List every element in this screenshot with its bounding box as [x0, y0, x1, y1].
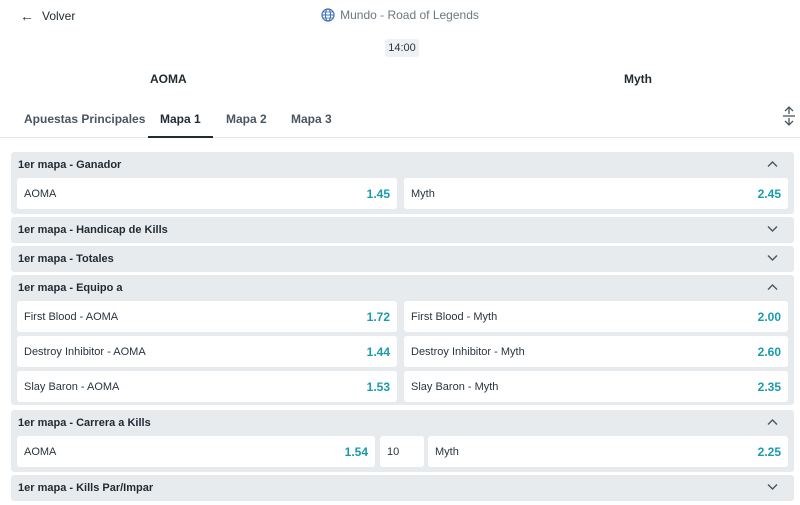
event-title: Mundo - Road of Legends: [0, 8, 800, 22]
market-header[interactable]: 1er mapa - Ganador: [11, 152, 794, 178]
away-team-name: Myth: [624, 72, 652, 86]
tab-mapa-2[interactable]: Mapa 2: [226, 112, 267, 138]
selection-button[interactable]: Slay Baron - AOMA 1.53: [17, 371, 397, 402]
market-header[interactable]: 1er mapa - Carrera a Kills: [11, 410, 794, 436]
tab-mapa-3[interactable]: Mapa 3: [291, 112, 332, 138]
chevron-up-icon: [767, 419, 778, 425]
globe-icon: [321, 8, 335, 22]
market-kills-par-impar[interactable]: 1er mapa - Kills Par/Impar: [11, 475, 794, 501]
selection-button[interactable]: AOMA 1.45: [17, 178, 397, 209]
market-title: 1er mapa - Equipo a: [18, 282, 123, 294]
market-title: 1er mapa - Kills Par/Impar: [18, 482, 154, 494]
selection-button[interactable]: First Blood - AOMA 1.72: [17, 301, 397, 332]
selection-button[interactable]: AOMA 1.54: [17, 436, 375, 467]
market-header[interactable]: 1er mapa - Kills Par/Impar: [11, 475, 794, 501]
selection-label: First Blood - Myth: [411, 311, 498, 323]
chevron-up-icon: [767, 161, 778, 167]
selection-odds: 1.54: [344, 445, 368, 459]
selection-label: Myth: [435, 446, 459, 458]
market-handicap-de-kills[interactable]: 1er mapa - Handicap de Kills: [11, 217, 794, 243]
tab-mapa-1[interactable]: Mapa 1: [148, 112, 213, 138]
home-team-name: AOMA: [150, 72, 187, 86]
chevron-down-icon: [767, 484, 778, 490]
line-value: 10: [387, 446, 400, 458]
market-title: 1er mapa - Ganador: [18, 159, 122, 171]
market-header[interactable]: 1er mapa - Totales: [11, 246, 794, 272]
selection-label: AOMA: [24, 446, 57, 458]
top-bar: ← Volver Mundo - Road of Legends: [0, 0, 800, 32]
collapse-all-icon[interactable]: [781, 106, 797, 126]
selection-odds: 2.60: [757, 345, 781, 359]
market-ganador: 1er mapa - Ganador AOMA 1.45 Myth 2.45: [11, 152, 794, 214]
market-totales[interactable]: 1er mapa - Totales: [11, 246, 794, 272]
selection-label: Destroy Inhibitor - Myth: [411, 346, 525, 358]
selection-odds: 1.45: [366, 187, 390, 201]
event-name: Mundo - Road of Legends: [340, 8, 479, 22]
market-title: 1er mapa - Carrera a Kills: [18, 417, 151, 429]
chevron-down-icon: [767, 255, 778, 261]
market-carrera-a-kills: 1er mapa - Carrera a Kills AOMA 1.54 10 …: [11, 410, 794, 472]
selection-label: Slay Baron - Myth: [411, 381, 499, 393]
selection-button[interactable]: Slay Baron - Myth 2.35: [404, 371, 788, 402]
selection-odds: 2.45: [757, 187, 781, 201]
market-header[interactable]: 1er mapa - Handicap de Kills: [11, 217, 794, 243]
selection-button[interactable]: Destroy Inhibitor - AOMA 1.44: [17, 336, 397, 367]
selection-odds: 1.53: [366, 380, 390, 394]
selection-odds: 1.44: [366, 345, 390, 359]
selection-button[interactable]: Myth 2.25: [428, 436, 788, 467]
tab-apuestas-principales[interactable]: Apuestas Principales: [24, 112, 145, 138]
kills-line-value: 10: [380, 436, 424, 467]
selection-button[interactable]: First Blood - Myth 2.00: [404, 301, 788, 332]
selection-odds: 1.72: [366, 310, 390, 324]
market-header[interactable]: 1er mapa - Equipo a: [11, 275, 794, 301]
selection-odds: 2.25: [757, 445, 781, 459]
market-title: 1er mapa - Handicap de Kills: [18, 224, 168, 236]
selection-button[interactable]: Myth 2.45: [404, 178, 788, 209]
market-tabs: Apuestas Principales Mapa 1 Mapa 2 Mapa …: [0, 104, 800, 138]
selection-label: Destroy Inhibitor - AOMA: [24, 346, 146, 358]
selection-button[interactable]: Destroy Inhibitor - Myth 2.60: [404, 336, 788, 367]
selection-odds: 2.35: [757, 380, 781, 394]
chevron-up-icon: [767, 284, 778, 290]
selection-label: Myth: [411, 188, 435, 200]
market-equipo-a: 1er mapa - Equipo a First Blood - AOMA 1…: [11, 275, 794, 405]
selection-label: Slay Baron - AOMA: [24, 381, 120, 393]
market-title: 1er mapa - Totales: [18, 253, 114, 265]
selection-label: AOMA: [24, 188, 57, 200]
selection-odds: 2.00: [757, 310, 781, 324]
chevron-down-icon: [767, 226, 778, 232]
start-time-badge: 14:00: [385, 39, 419, 57]
selection-label: First Blood - AOMA: [24, 311, 119, 323]
